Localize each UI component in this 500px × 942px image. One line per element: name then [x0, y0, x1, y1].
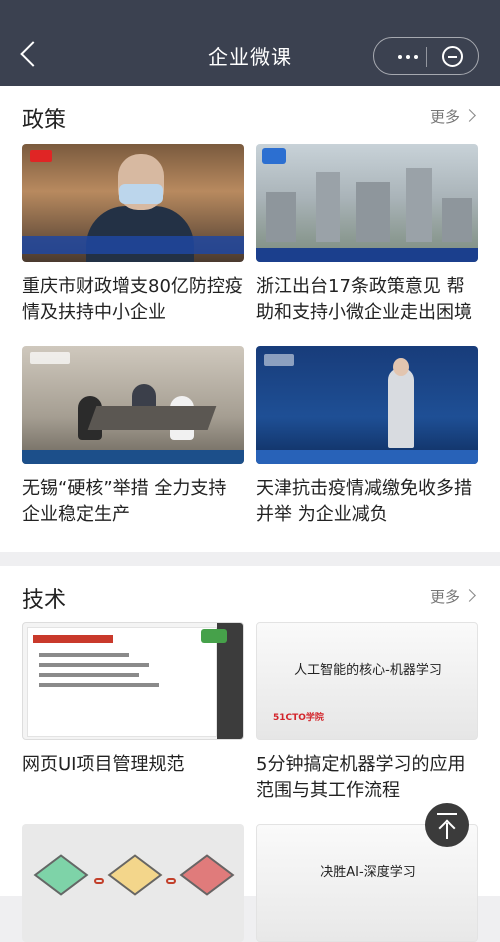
course-thumbnail [256, 144, 478, 262]
course-card[interactable]: 浙江出台17条政策意见 帮助和支持小微企业走出困境 [256, 144, 478, 326]
brand-label: 51CTO学院 [273, 713, 324, 723]
course-thumbnail: 人工智能的核心-机器学习 51CTO学院 [256, 622, 478, 740]
section-policy: 政策 更多 重庆市财政增支80亿防控疫情及扶持中小企业 浙江出台17条政策意见 … [0, 86, 500, 552]
section-technology: 技术 更多 网页UI项目管理规范 人工智能的核心-机器学习 51CTO学院 5分… [0, 566, 500, 942]
close-circle-icon[interactable] [442, 46, 463, 67]
course-title: 重庆市财政增支80亿防控疫情及扶持中小企业 [22, 276, 243, 323]
course-thumbnail [22, 346, 244, 464]
course-title: 天津抗击疫情减缴免收多措并举 为企业减负 [256, 478, 472, 525]
more-link[interactable]: 更多 [430, 106, 476, 127]
capsule-divider [426, 47, 427, 67]
course-thumbnail [22, 144, 244, 262]
thumbnail-caption: 人工智能的核心-机器学习 [294, 663, 442, 678]
more-dots-icon[interactable] [398, 55, 402, 59]
course-thumbnail [22, 622, 244, 740]
channel-logo [264, 354, 294, 366]
thumbnail-caption: 决胜AI-深度学习 [320, 865, 416, 880]
section-title: 技术 [22, 588, 67, 613]
channel-logo [30, 150, 52, 162]
arrow-up-icon [446, 823, 448, 839]
course-card[interactable]: 人工智能的核心-机器学习 51CTO学院 5分钟搞定机器学习的应用范围与其工作流… [256, 622, 478, 804]
nav-bar: 企业微课 [0, 0, 500, 86]
course-card[interactable]: 网页UI项目管理规范 [22, 622, 244, 778]
channel-logo [262, 148, 286, 164]
mini-program-capsule [373, 37, 479, 75]
course-title: 无锡“硬核”举措 全力支持企业稳定生产 [22, 478, 227, 525]
course-thumbnail [22, 824, 244, 942]
course-title: 5分钟搞定机器学习的应用范围与其工作流程 [256, 754, 466, 801]
back-to-top-button[interactable] [425, 803, 469, 847]
channel-logo [30, 352, 70, 364]
section-title: 政策 [22, 108, 67, 133]
course-card[interactable]: 天津抗击疫情减缴免收多措并举 为企业减负 [256, 346, 478, 528]
course-card[interactable]: 无锡“硬核”举措 全力支持企业稳定生产 [22, 346, 244, 528]
course-title: 浙江出台17条政策意见 帮助和支持小微企业走出困境 [256, 276, 472, 323]
cube-icon [33, 854, 89, 896]
course-card[interactable] [22, 824, 244, 942]
cube-icon [179, 854, 235, 896]
cube-icon [107, 854, 163, 896]
course-title: 网页UI项目管理规范 [22, 754, 185, 775]
more-link[interactable]: 更多 [430, 586, 476, 607]
course-thumbnail [256, 346, 478, 464]
course-card[interactable]: 重庆市财政增支80亿防控疫情及扶持中小企业 [22, 144, 244, 326]
brand-logo [201, 629, 227, 643]
